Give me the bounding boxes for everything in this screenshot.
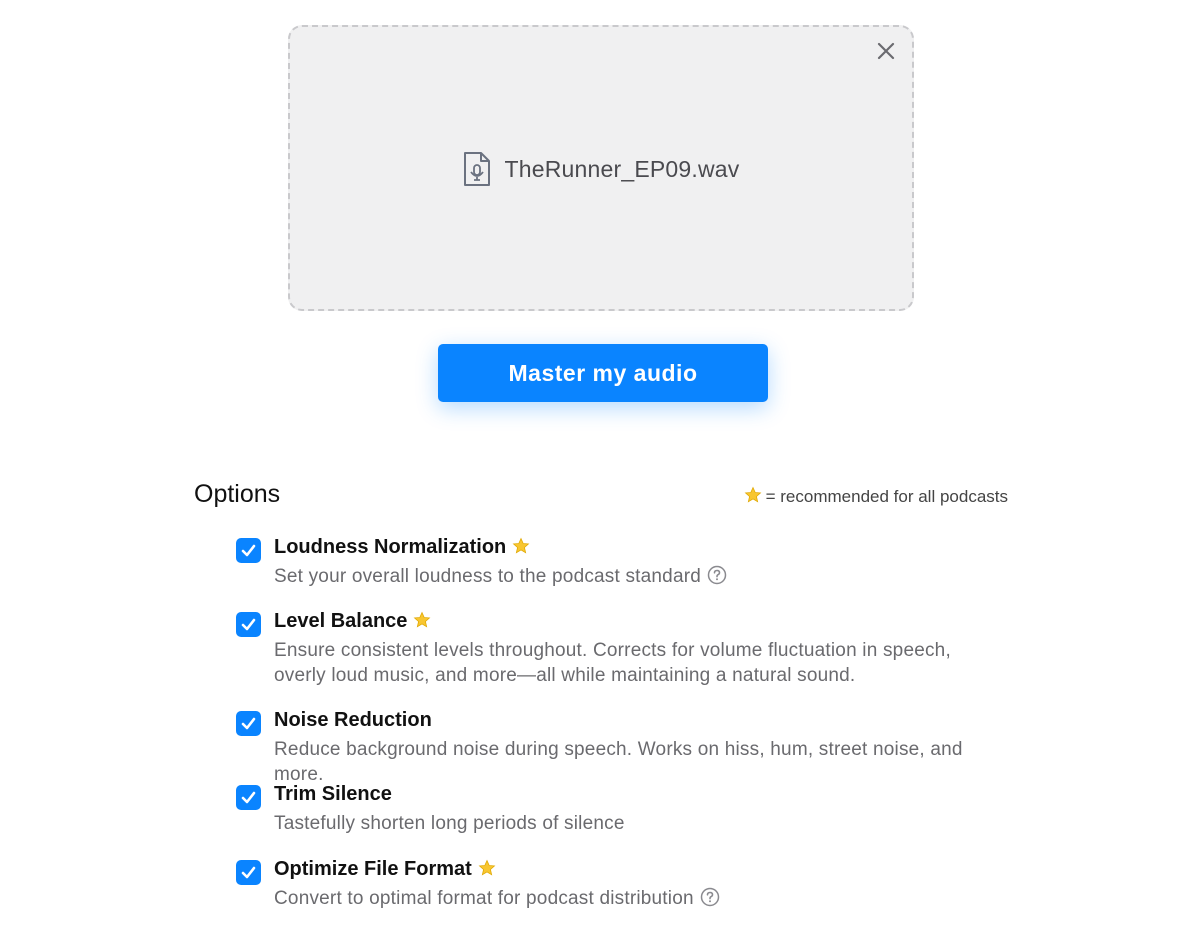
- option-title-row: Trim Silence: [274, 783, 392, 806]
- legend-text: = recommended for all podcasts: [765, 486, 1008, 506]
- checkbox-noise-reduction[interactable]: [236, 711, 261, 736]
- file-name: TheRunner_EP09.wav: [504, 155, 740, 182]
- checkbox-optimize-file-format[interactable]: [236, 860, 261, 885]
- file-info: TheRunner_EP09.wav: [290, 151, 912, 187]
- option-description-row: Set your overall loudness to the podcast…: [274, 564, 994, 589]
- option-title-row: Optimize File Format: [274, 858, 496, 881]
- help-icon[interactable]: [700, 887, 720, 907]
- checkbox-level-balance[interactable]: [236, 612, 261, 637]
- option-title-row: Loudness Normalization: [274, 536, 530, 559]
- option-description: Convert to optimal format for podcast di…: [274, 888, 694, 909]
- option-title: Loudness Normalization: [274, 536, 507, 558]
- options-heading: Options: [194, 480, 281, 508]
- star-icon: [478, 858, 496, 881]
- option-title: Trim Silence: [274, 783, 392, 805]
- option-title: Level Balance: [274, 610, 408, 632]
- star-icon: [512, 536, 530, 559]
- checkbox-loudness-normalization[interactable]: [236, 538, 261, 563]
- option-description-row: Convert to optimal format for podcast di…: [274, 886, 994, 911]
- star-icon: [413, 610, 431, 633]
- checkbox-trim-silence[interactable]: [236, 785, 261, 810]
- file-dropzone[interactable]: TheRunner_EP09.wav: [288, 25, 914, 311]
- page: TheRunner_EP09.wav Master my audio Optio…: [0, 0, 1200, 935]
- close-icon[interactable]: [874, 39, 898, 63]
- help-icon[interactable]: [707, 565, 727, 585]
- option-title: Noise Reduction: [274, 709, 432, 731]
- audio-file-icon: [462, 151, 492, 187]
- option-description: Set your overall loudness to the podcast…: [274, 566, 702, 587]
- star-icon: [744, 486, 762, 507]
- option-title: Optimize File Format: [274, 858, 472, 880]
- recommended-legend: = recommended for all podcasts: [744, 486, 1008, 507]
- option-title-row: Noise Reduction: [274, 709, 432, 732]
- option-title-row: Level Balance: [274, 610, 431, 633]
- option-description: Ensure consistent levels throughout. Cor…: [274, 640, 951, 686]
- option-description: Reduce background noise during speech. W…: [274, 739, 963, 785]
- option-description: Tastefully shorten long periods of silen…: [274, 813, 625, 834]
- master-audio-button[interactable]: Master my audio: [438, 344, 768, 402]
